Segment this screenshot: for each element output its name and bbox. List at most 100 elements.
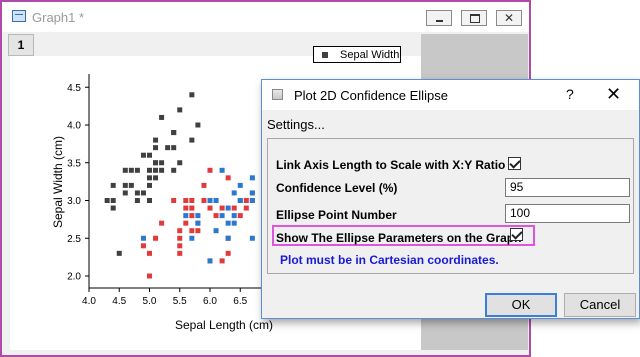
dialog-title: Plot 2D Confidence Ellipse <box>294 88 448 103</box>
x-tick-label: 5.5 <box>173 296 187 307</box>
data-point <box>225 235 231 241</box>
data-point <box>140 190 146 196</box>
data-point <box>195 220 201 226</box>
data-point <box>110 198 116 203</box>
data-point <box>249 190 255 196</box>
data-point <box>153 235 159 241</box>
data-point <box>177 243 183 249</box>
data-point <box>237 198 243 203</box>
y-tick-label: 3.0 <box>67 196 81 207</box>
data-point <box>140 243 146 249</box>
data-point <box>153 160 159 166</box>
data-point <box>128 167 134 173</box>
data-point <box>195 213 201 219</box>
x-tick-label: 5.0 <box>143 296 157 307</box>
data-point <box>231 220 237 226</box>
data-point <box>159 160 165 166</box>
data-point <box>231 213 237 219</box>
data-point <box>225 205 231 211</box>
x-axis-title: Sepal Length (cm) <box>175 318 273 332</box>
y-tick-label: 2.5 <box>67 234 81 245</box>
data-point <box>140 235 146 241</box>
settings-label[interactable]: Settings... <box>267 117 325 132</box>
confidence-ellipse-dialog: Plot 2D Confidence Ellipse ? ✕ Settings.… <box>261 79 640 319</box>
data-point <box>207 205 213 211</box>
data-point <box>110 205 116 211</box>
data-point <box>147 167 152 173</box>
data-point <box>183 205 189 211</box>
legend[interactable]: Sepal Width <box>313 46 401 63</box>
data-point <box>189 137 195 143</box>
data-point <box>147 273 152 279</box>
data-point <box>134 190 140 196</box>
data-point <box>177 228 183 234</box>
data-point <box>159 167 165 173</box>
data-point <box>147 175 152 181</box>
data-point <box>171 145 177 151</box>
data-point <box>153 175 159 181</box>
data-point <box>171 167 177 173</box>
show-ellipse-params-checkbox[interactable] <box>510 228 523 241</box>
confidence-level-input[interactable]: 95 <box>505 178 630 197</box>
y-tick-label: 4.5 <box>67 83 81 94</box>
data-point <box>249 235 255 241</box>
x-tick-label: 6.5 <box>233 296 247 307</box>
data-point <box>189 198 195 203</box>
x-tick-label: 4.0 <box>82 296 96 307</box>
data-point <box>219 167 225 173</box>
data-point <box>165 145 171 151</box>
data-point <box>171 130 177 136</box>
data-point <box>147 182 152 188</box>
ok-button[interactable]: OK <box>485 293 557 317</box>
data-point <box>189 228 195 234</box>
data-point <box>177 107 183 113</box>
data-point <box>249 198 255 203</box>
cancel-button[interactable]: Cancel <box>564 293 636 317</box>
data-point <box>159 114 165 120</box>
dialog-close-button[interactable]: ✕ <box>606 84 621 105</box>
data-point <box>147 198 152 203</box>
plot-points <box>104 92 255 279</box>
data-point <box>122 167 128 173</box>
data-point <box>195 228 201 234</box>
data-point <box>189 213 195 219</box>
data-point <box>147 250 152 256</box>
ellipse-point-number-label: Ellipse Point Number <box>276 208 397 222</box>
data-point <box>122 182 128 188</box>
data-point <box>243 198 249 203</box>
data-point <box>201 182 207 188</box>
data-point <box>207 258 213 264</box>
data-point <box>134 198 140 203</box>
x-tick-label: 6.0 <box>203 296 217 307</box>
data-point <box>122 190 128 196</box>
y-tick-label: 4.0 <box>67 121 81 132</box>
data-point <box>231 205 237 211</box>
data-point <box>116 250 122 256</box>
data-point <box>231 190 237 196</box>
data-point <box>219 205 225 211</box>
data-point <box>219 213 225 219</box>
data-point <box>195 122 201 128</box>
data-point <box>201 198 207 203</box>
data-point <box>104 198 110 203</box>
y-tick-label: 2.0 <box>67 272 81 283</box>
ellipse-point-number-input[interactable]: 100 <box>505 204 630 223</box>
y-tick-label: 3.5 <box>67 158 81 169</box>
data-point <box>177 250 183 256</box>
link-axis-checkbox[interactable] <box>508 157 521 170</box>
data-point <box>110 182 116 188</box>
show-ellipse-params-label: Show The Ellipse Parameters on the Graph <box>276 231 522 245</box>
data-point <box>147 152 152 158</box>
data-point <box>213 228 219 234</box>
data-point <box>159 220 165 226</box>
data-point <box>189 205 195 211</box>
confidence-level-label: Confidence Level (%) <box>276 181 398 195</box>
data-point <box>177 160 183 166</box>
help-button[interactable]: ? <box>566 86 574 102</box>
data-point <box>249 175 255 181</box>
data-point <box>207 198 213 203</box>
data-point <box>237 182 243 188</box>
data-point <box>225 220 231 226</box>
legend-label: Sepal Width <box>340 49 400 61</box>
dialog-titlebar[interactable]: Plot 2D Confidence Ellipse ? ✕ <box>262 80 639 110</box>
